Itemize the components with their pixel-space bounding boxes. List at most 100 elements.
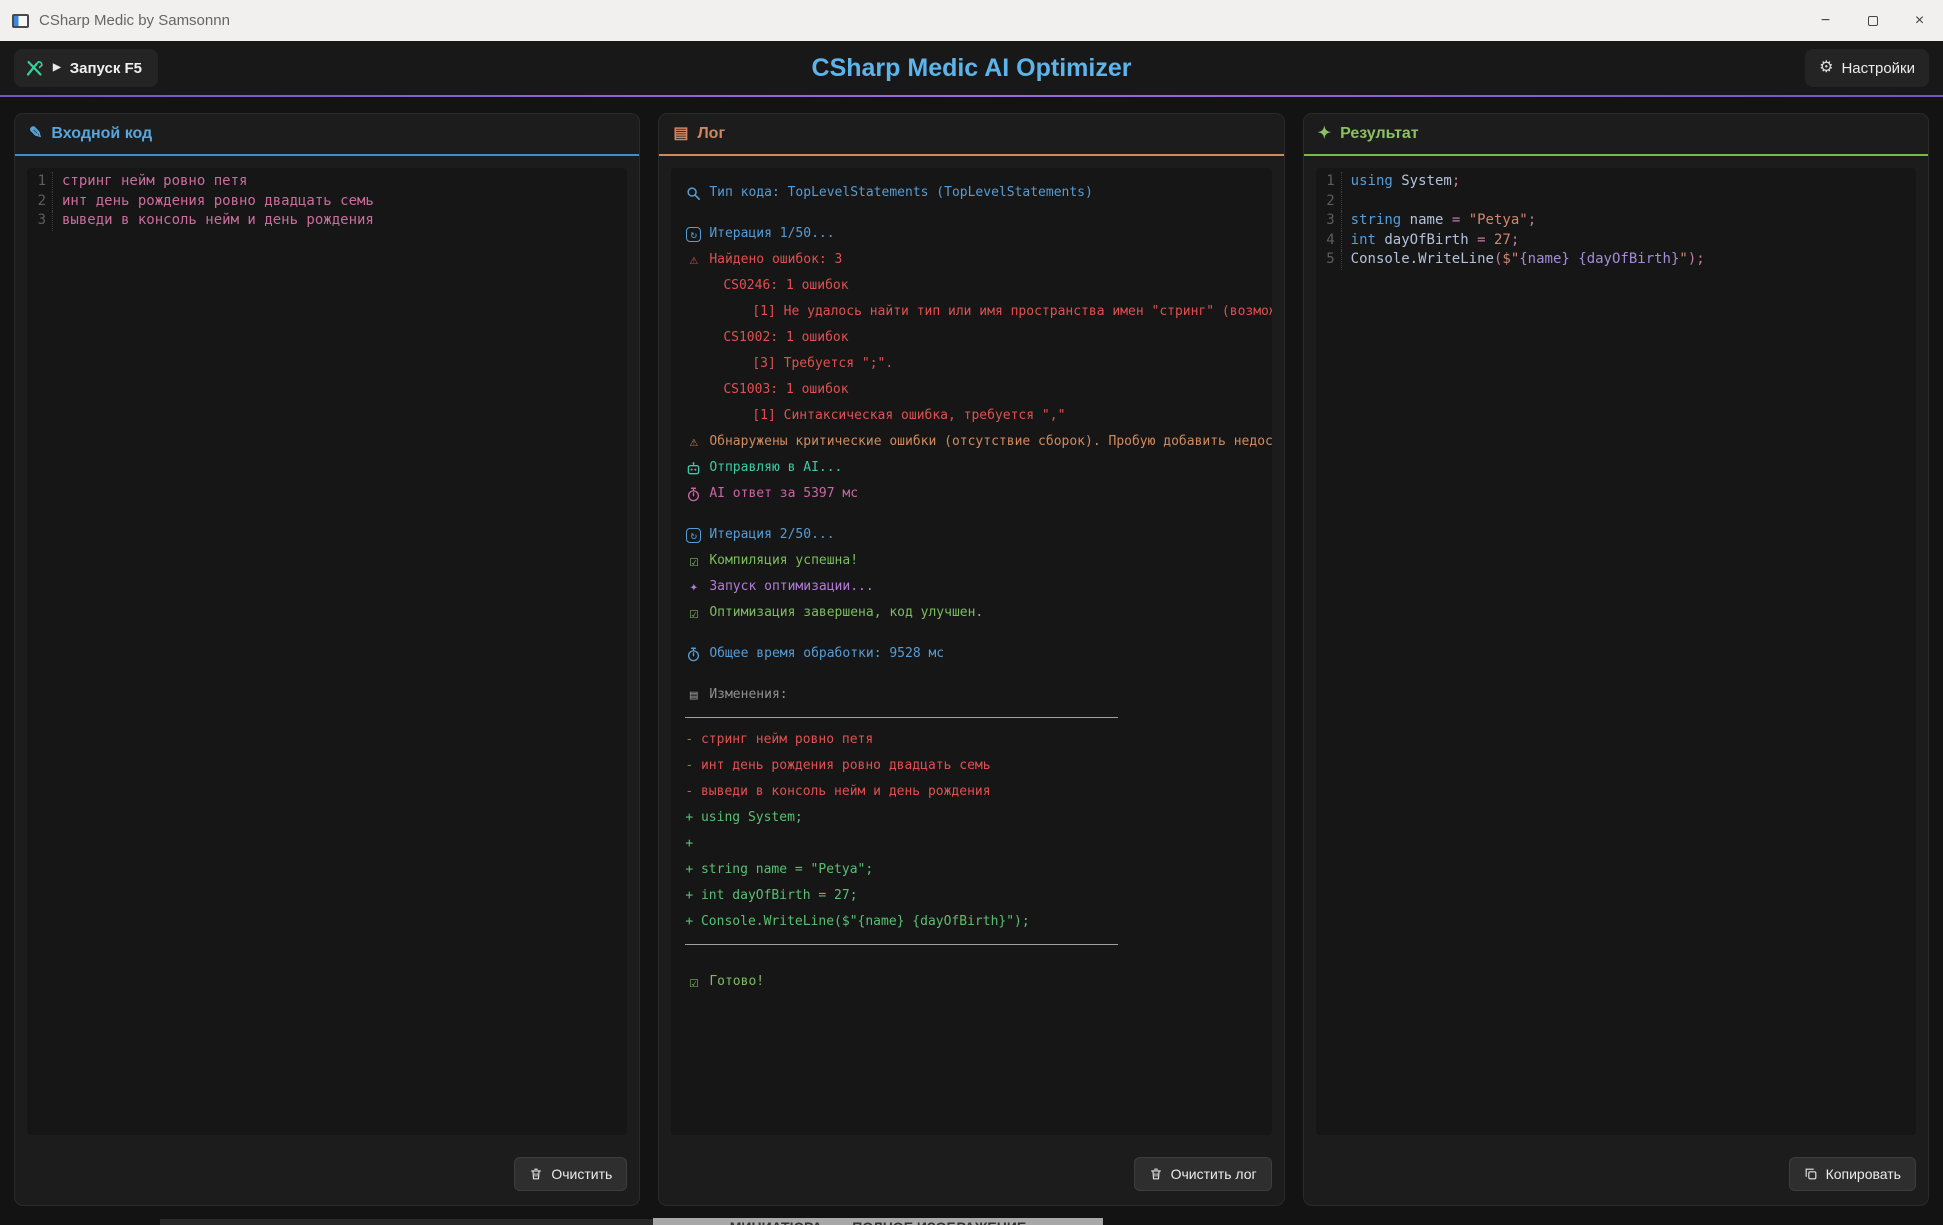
code-token: $" (1502, 251, 1519, 267)
main-content: ✎ Входной код 1стринг нейм ровно петя2ин… (0, 97, 1943, 1225)
input-panel-footer: Очистить (15, 1147, 639, 1205)
log-line: [3] Требуется ";". (671, 351, 1271, 377)
clear-input-button[interactable]: Очистить (514, 1157, 627, 1191)
clipboard-icon: ▤ (685, 689, 702, 702)
robot-icon (685, 461, 702, 476)
settings-button[interactable]: ⚙ Настройки (1805, 49, 1929, 87)
log-panel-footer: Очистить лог (659, 1147, 1283, 1205)
maximize-icon[interactable] (1849, 0, 1896, 41)
code-line: 3string name = "Petya"; (1316, 211, 1916, 231)
copy-label: Копировать (1826, 1166, 1901, 1182)
warning-icon: ⚠ (685, 253, 702, 267)
log-text: Запуск оптимизации... (709, 574, 873, 600)
line-number: 2 (1316, 192, 1342, 212)
viewer-tab-thumbnail[interactable]: МИНИАТЮРА (730, 1219, 823, 1225)
minimize-icon[interactable]: − (1802, 0, 1849, 41)
input-panel: ✎ Входной код 1стринг нейм ровно петя2ин… (14, 113, 640, 1206)
window-title: CSharp Medic by Samsonnn (39, 12, 230, 29)
log-text: [1] Не удалось найти тип или имя простра… (752, 299, 1271, 325)
code-text: int dayOfBirth = 27; (1342, 231, 1520, 251)
sparkles-icon: ✦ (1318, 126, 1331, 142)
code-token: {name} (1519, 251, 1570, 267)
log-spacer (671, 206, 1271, 221)
log-text: + int dayOfBirth = 27; (685, 883, 857, 909)
line-number: 5 (1316, 250, 1342, 270)
check-icon: ☑ (685, 606, 702, 621)
log-line: Тип кода: TopLevelStatements (TopLevelSt… (671, 180, 1271, 206)
log-text: [3] Требуется ";". (752, 351, 893, 377)
log-line: ☑Компиляция успешна! (671, 548, 1271, 574)
log-text: - выведи в консоль нейм и день рождения (685, 779, 990, 805)
log-text: + using System; (685, 805, 802, 831)
code-token: ; (1452, 173, 1460, 189)
log-text: [1] Синтаксическая ошибка, требуется "," (752, 403, 1065, 429)
log-text: CS0246: 1 ошибок (723, 273, 848, 299)
clear-input-label: Очистить (551, 1166, 612, 1182)
log-text: Обнаружены критические ошибки (отсутстви… (709, 429, 1271, 455)
code-token: dayOfBirth (1376, 232, 1469, 248)
code-token: name (1401, 212, 1443, 228)
close-icon[interactable]: × (1896, 0, 1943, 41)
log-text: Итерация 2/50... (709, 522, 834, 548)
log-text: Оптимизация завершена, код улучшен. (709, 600, 983, 626)
log-text: + (685, 831, 693, 857)
code-text: using System; (1342, 172, 1461, 192)
code-text: инт день рождения ровно двадцать семь (53, 192, 374, 212)
code-token: ); (1688, 251, 1705, 267)
code-line: 2 (1316, 192, 1916, 212)
log-text: + string name = "Petya"; (685, 857, 873, 883)
log-line: + string name = "Petya"; (671, 857, 1271, 883)
code-line: 1using System; (1316, 172, 1916, 192)
result-panel-title: Результат (1340, 125, 1419, 143)
code-text (1342, 192, 1351, 212)
line-number: 3 (27, 211, 53, 231)
run-button[interactable]: ▶ Запуск F5 (14, 49, 158, 87)
code-token: " (1679, 251, 1687, 267)
log-line: ✦ Запуск оптимизации... (671, 574, 1271, 600)
check-icon: ☑ (685, 554, 702, 569)
code-token: "Petya" (1469, 212, 1528, 228)
log-line: CS1002: 1 ошибок (671, 325, 1271, 351)
log-spacer (671, 507, 1271, 522)
code-text: Console.WriteLine($"{name} {dayOfBirth}"… (1342, 250, 1705, 270)
window-controls: − × (1802, 0, 1943, 41)
page-title: CSharp Medic AI Optimizer (0, 54, 1943, 83)
input-code-editor[interactable]: 1стринг нейм ровно петя2инт день рождени… (27, 168, 627, 1135)
code-token: = (1469, 232, 1494, 248)
log-text: CS1003: 1 ошибок (723, 377, 848, 403)
input-panel-header: ✎ Входной код (15, 114, 639, 156)
play-icon: ▶ (53, 63, 61, 73)
window-titlebar: CSharp Medic by Samsonnn − × (0, 0, 1943, 41)
code-text: string name = "Petya"; (1342, 211, 1536, 231)
log-text: AI ответ за 5397 мс (709, 481, 858, 507)
code-token: 27 (1494, 232, 1511, 248)
log-line: CS1003: 1 ошибок (671, 377, 1271, 403)
trash-icon (1149, 1167, 1163, 1181)
maximize-box-glyph (1868, 16, 1878, 26)
log-text: Готово! (709, 969, 764, 995)
log-divider (685, 944, 1117, 945)
copy-button[interactable]: Копировать (1789, 1157, 1916, 1191)
stopwatch-icon (685, 487, 702, 502)
loop-icon: ↻ (685, 227, 702, 242)
log-text: Тип кода: TopLevelStatements (TopLevelSt… (709, 180, 1093, 206)
log-panel-title: Лог (697, 125, 725, 143)
code-line: 4int dayOfBirth = 27; (1316, 231, 1916, 251)
log-line: Общее время обработки: 9528 мс (671, 641, 1271, 667)
code-token: ; (1528, 212, 1536, 228)
warning-icon: ⚠ (685, 435, 702, 449)
code-token: ; (1511, 232, 1519, 248)
log-line: [1] Не удалось найти тип или имя простра… (671, 299, 1271, 325)
viewer-tab-full-image[interactable]: ПОЛНОЕ ИЗОБРАЖЕНИЕ (852, 1219, 1026, 1225)
copy-icon (1804, 1167, 1818, 1181)
line-number: 1 (1316, 172, 1342, 192)
background-window-strip (160, 1219, 653, 1225)
log-text: Найдено ошибок: 3 (709, 247, 842, 273)
line-number: 2 (27, 192, 53, 212)
log-line: ▤Изменения: (671, 682, 1271, 708)
sparkles-icon: ✦ (685, 580, 702, 594)
log-text: - стринг нейм ровно петя (685, 727, 873, 753)
toolbar: ▶ Запуск F5 CSharp Medic AI Optimizer ⚙ … (0, 41, 1943, 95)
log-panel: ▤ Лог Тип кода: TopLevelStatements (TopL… (658, 113, 1284, 1206)
clear-log-button[interactable]: Очистить лог (1134, 1157, 1272, 1191)
